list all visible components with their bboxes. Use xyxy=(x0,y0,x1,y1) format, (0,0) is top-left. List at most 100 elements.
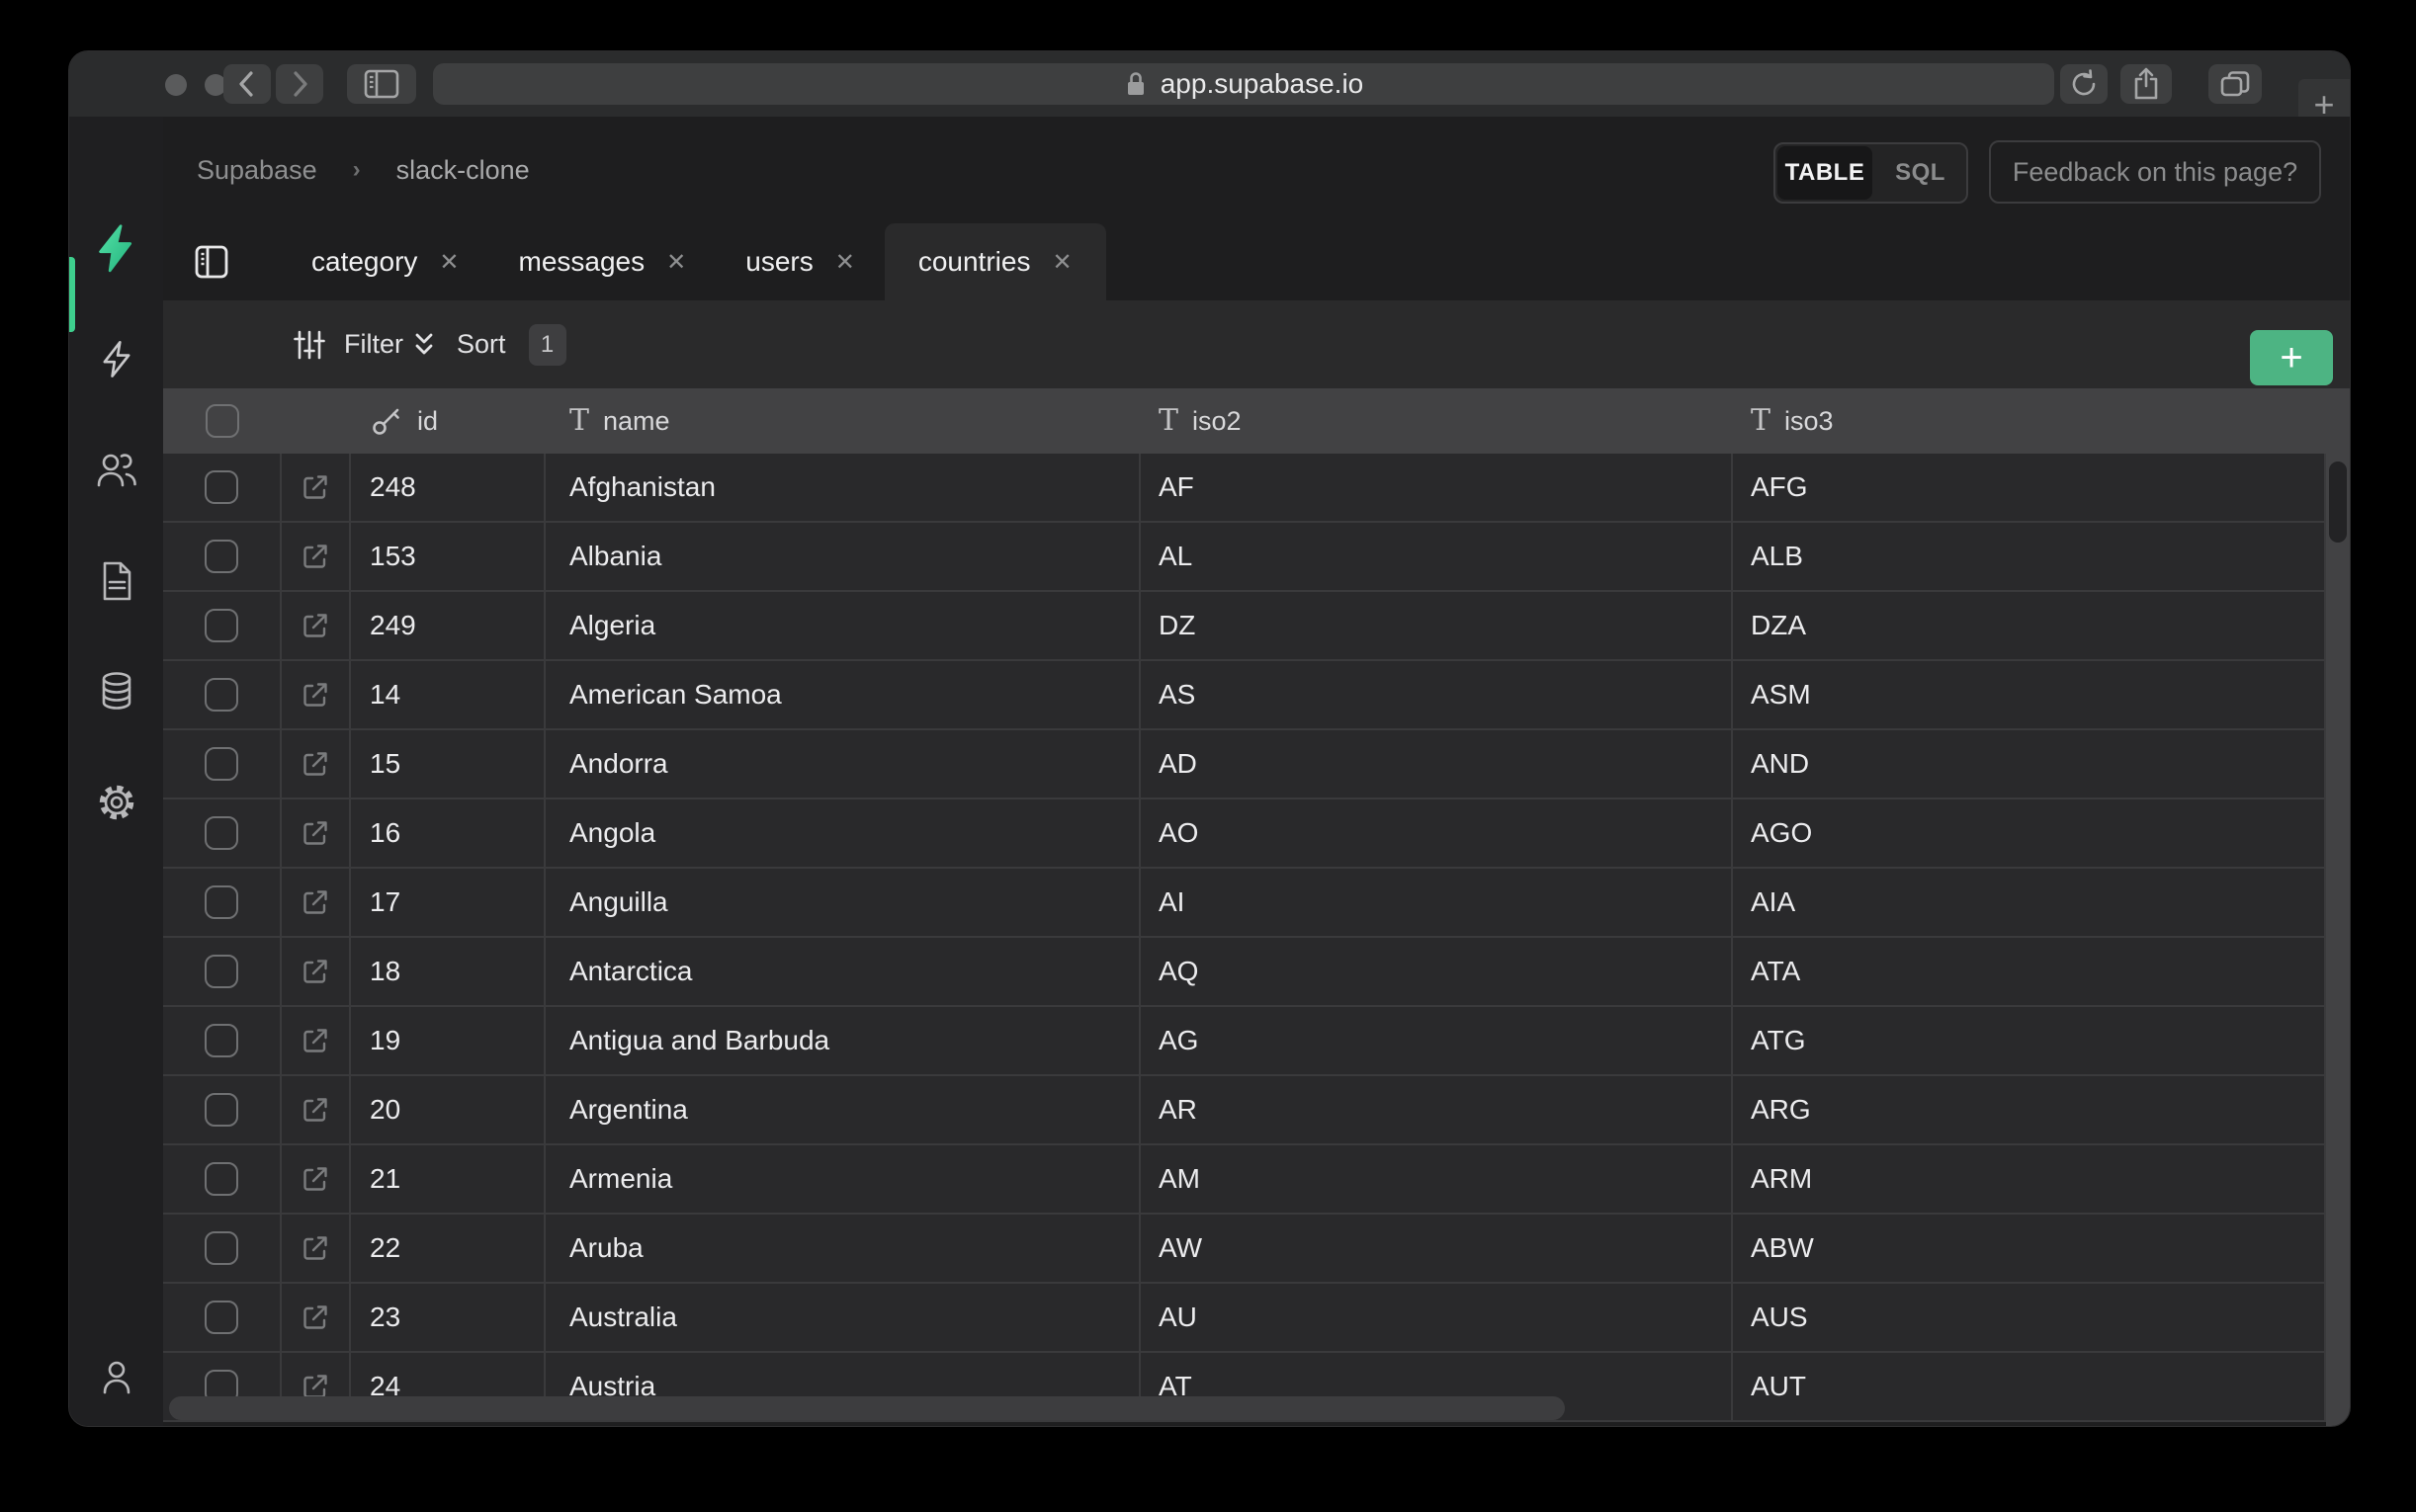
external-link-icon[interactable] xyxy=(301,749,330,779)
row-checkbox[interactable] xyxy=(205,609,238,642)
sql-view-button[interactable]: SQL xyxy=(1874,159,1966,187)
cell-iso2[interactable]: AS xyxy=(1141,661,1733,728)
close-icon[interactable]: ✕ xyxy=(835,248,855,277)
external-link-icon[interactable] xyxy=(301,1302,330,1332)
row-checkbox[interactable] xyxy=(205,678,238,712)
cell-id[interactable]: 248 xyxy=(351,454,546,521)
column-header-id[interactable]: id xyxy=(351,388,546,454)
address-bar[interactable]: app.supabase.io xyxy=(433,63,2054,105)
vertical-scrollbar-track[interactable] xyxy=(2326,388,2350,1426)
cell-iso3[interactable]: ARM xyxy=(1733,1145,2326,1213)
sidebar-item-account[interactable] xyxy=(69,1357,163,1398)
cell-name[interactable]: Antigua and Barbuda xyxy=(546,1007,1141,1074)
row-checkbox[interactable] xyxy=(205,816,238,850)
filter-button[interactable]: Filter xyxy=(292,300,403,388)
vertical-scrollbar-thumb[interactable] xyxy=(2329,462,2347,543)
traffic-light-close[interactable] xyxy=(165,74,187,96)
feedback-button[interactable]: Feedback on this page? xyxy=(1989,140,2321,204)
cell-iso3[interactable]: ABW xyxy=(1733,1215,2326,1282)
external-link-icon[interactable] xyxy=(301,818,330,848)
cell-name[interactable]: Afghanistan xyxy=(546,454,1141,521)
row-checkbox[interactable] xyxy=(205,1301,238,1334)
row-checkbox[interactable] xyxy=(205,885,238,919)
cell-id[interactable]: 15 xyxy=(351,730,546,798)
cell-id[interactable]: 22 xyxy=(351,1215,546,1282)
sidebar-item-auth[interactable] xyxy=(69,450,163,491)
horizontal-scrollbar-thumb[interactable] xyxy=(169,1396,1565,1420)
cell-name[interactable]: Antarctica xyxy=(546,938,1141,1005)
row-checkbox[interactable] xyxy=(205,470,238,504)
cell-iso2[interactable]: AW xyxy=(1141,1215,1733,1282)
cell-iso2[interactable]: AM xyxy=(1141,1145,1733,1213)
cell-id[interactable]: 23 xyxy=(351,1284,546,1351)
cell-iso2[interactable]: AL xyxy=(1141,523,1733,590)
cell-iso3[interactable]: ASM xyxy=(1733,661,2326,728)
external-link-icon[interactable] xyxy=(301,1026,330,1055)
sidebar-item-docs[interactable] xyxy=(69,559,163,603)
cell-iso2[interactable]: AR xyxy=(1141,1076,1733,1143)
breadcrumb-org[interactable]: Supabase xyxy=(197,155,317,186)
cell-name[interactable]: Algeria xyxy=(546,592,1141,659)
external-link-icon[interactable] xyxy=(301,1233,330,1263)
cell-id[interactable]: 17 xyxy=(351,869,546,936)
cell-iso3[interactable]: AIA xyxy=(1733,869,2326,936)
cell-iso3[interactable]: AND xyxy=(1733,730,2326,798)
external-link-icon[interactable] xyxy=(301,680,330,710)
close-icon[interactable]: ✕ xyxy=(1052,248,1072,277)
cell-name[interactable]: Anguilla xyxy=(546,869,1141,936)
tab-countries[interactable]: countries ✕ xyxy=(885,223,1106,300)
cell-iso2[interactable]: AF xyxy=(1141,454,1733,521)
column-header-iso3[interactable]: T iso3 xyxy=(1733,388,2326,454)
cell-name[interactable]: Armenia xyxy=(546,1145,1141,1213)
row-checkbox[interactable] xyxy=(205,540,238,573)
cell-iso2[interactable]: AO xyxy=(1141,799,1733,867)
tab-messages[interactable]: messages ✕ xyxy=(489,223,717,300)
share-button[interactable] xyxy=(2120,64,2172,104)
sidebar-item-database[interactable] xyxy=(69,670,163,712)
cell-id[interactable]: 249 xyxy=(351,592,546,659)
tab-overview-button[interactable] xyxy=(2208,64,2262,104)
external-link-icon[interactable] xyxy=(301,542,330,571)
tab-users[interactable]: users ✕ xyxy=(716,223,885,300)
cell-iso3[interactable]: AUS xyxy=(1733,1284,2326,1351)
sort-button[interactable]: Sort 1 xyxy=(408,300,566,388)
cell-iso2[interactable]: AU xyxy=(1141,1284,1733,1351)
close-icon[interactable]: ✕ xyxy=(439,248,459,277)
row-checkbox[interactable] xyxy=(205,1231,238,1265)
row-checkbox[interactable] xyxy=(205,1162,238,1196)
row-checkbox[interactable] xyxy=(205,1093,238,1127)
cell-iso3[interactable]: AUT xyxy=(1733,1353,2326,1420)
cell-iso3[interactable]: ALB xyxy=(1733,523,2326,590)
select-all-checkbox[interactable] xyxy=(206,404,239,438)
cell-iso3[interactable]: DZA xyxy=(1733,592,2326,659)
reload-button[interactable] xyxy=(2060,64,2108,104)
back-button[interactable] xyxy=(223,64,271,104)
external-link-icon[interactable] xyxy=(301,1095,330,1125)
external-link-icon[interactable] xyxy=(301,472,330,502)
cell-name[interactable]: American Samoa xyxy=(546,661,1141,728)
cell-name[interactable]: Australia xyxy=(546,1284,1141,1351)
row-checkbox[interactable] xyxy=(205,747,238,781)
cell-iso3[interactable]: ARG xyxy=(1733,1076,2326,1143)
external-link-icon[interactable] xyxy=(301,1164,330,1194)
external-link-icon[interactable] xyxy=(301,957,330,986)
table-view-button[interactable]: TABLE xyxy=(1777,146,1872,200)
cell-id[interactable]: 20 xyxy=(351,1076,546,1143)
cell-id[interactable]: 19 xyxy=(351,1007,546,1074)
external-link-icon[interactable] xyxy=(301,887,330,917)
row-checkbox[interactable] xyxy=(205,1024,238,1057)
browser-sidebar-toggle-button[interactable] xyxy=(347,64,416,104)
supabase-logo[interactable] xyxy=(69,223,163,275)
breadcrumb-project[interactable]: slack-clone xyxy=(396,155,530,186)
cell-iso3[interactable]: AGO xyxy=(1733,799,2326,867)
cell-id[interactable]: 153 xyxy=(351,523,546,590)
cell-name[interactable]: Aruba xyxy=(546,1215,1141,1282)
cell-iso2[interactable]: AG xyxy=(1141,1007,1733,1074)
sidebar-item-settings[interactable] xyxy=(69,782,163,823)
tab-category[interactable]: category ✕ xyxy=(282,223,489,300)
cell-name[interactable]: Albania xyxy=(546,523,1141,590)
cell-iso2[interactable]: DZ xyxy=(1141,592,1733,659)
forward-button[interactable] xyxy=(276,64,323,104)
cell-iso3[interactable]: AFG xyxy=(1733,454,2326,521)
cell-iso2[interactable]: AI xyxy=(1141,869,1733,936)
